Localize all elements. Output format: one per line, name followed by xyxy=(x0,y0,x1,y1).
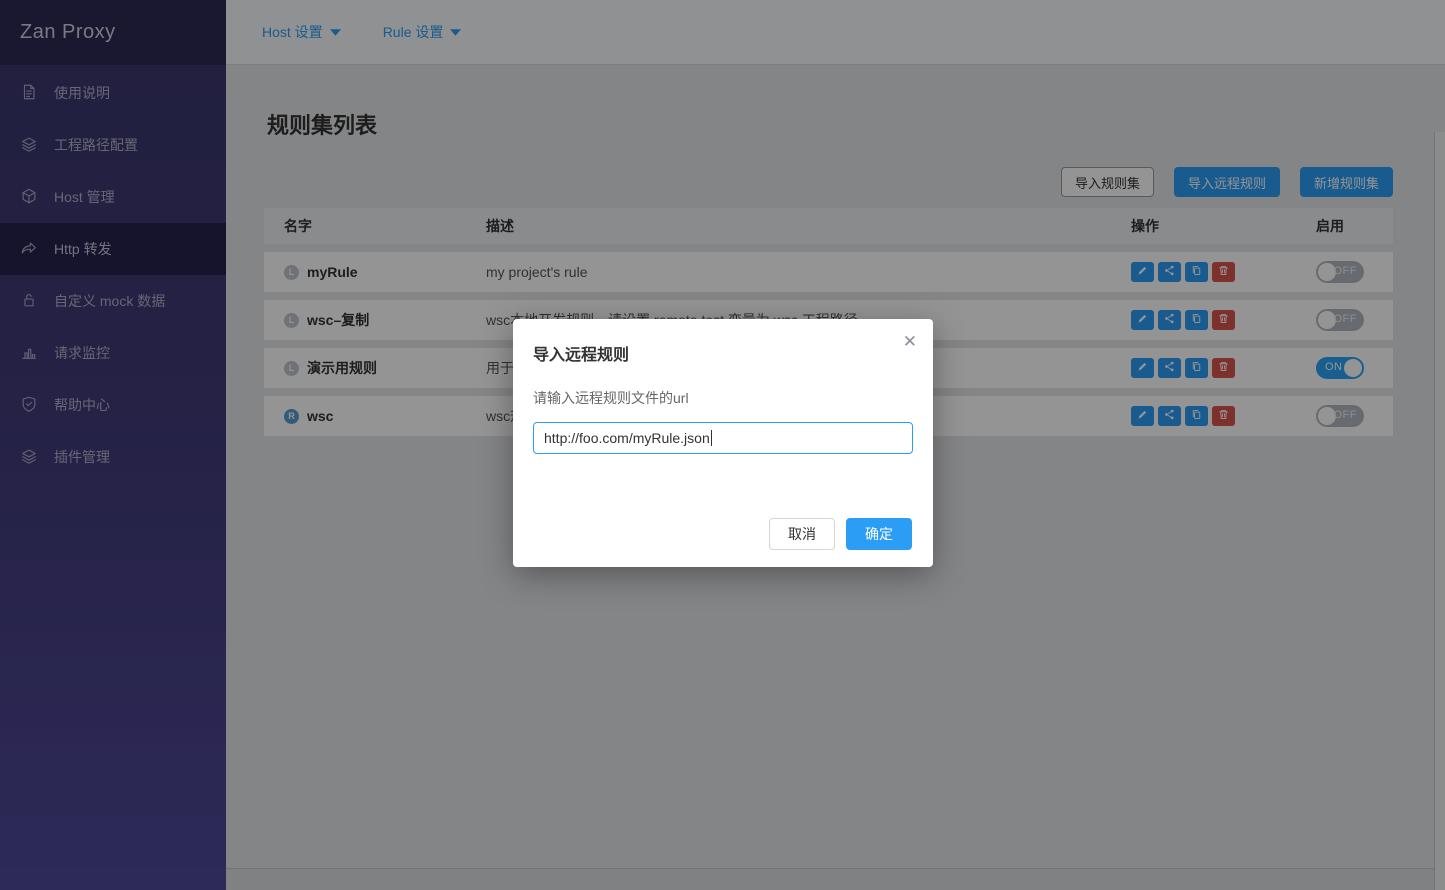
confirm-button[interactable]: 确定 xyxy=(846,518,912,550)
text-caret xyxy=(711,430,712,446)
dialog-title: 导入远程规则 xyxy=(533,341,629,365)
remote-url-label: 请输入远程规则文件的url xyxy=(533,388,689,408)
cancel-button[interactable]: 取消 xyxy=(769,518,835,550)
dialog-footer: 取消 确定 xyxy=(769,518,912,550)
app-window: Zan Proxy 使用说明工程路径配置Host 管理Http 转发自定义 mo… xyxy=(0,0,1445,890)
import-remote-rule-dialog: 导入远程规则 ✕ 请输入远程规则文件的url http://foo.com/my… xyxy=(513,319,933,567)
remote-url-input-value: http://foo.com/myRule.json xyxy=(544,430,710,446)
remote-url-input[interactable]: http://foo.com/myRule.json xyxy=(533,422,913,454)
close-icon[interactable]: ✕ xyxy=(903,333,917,350)
